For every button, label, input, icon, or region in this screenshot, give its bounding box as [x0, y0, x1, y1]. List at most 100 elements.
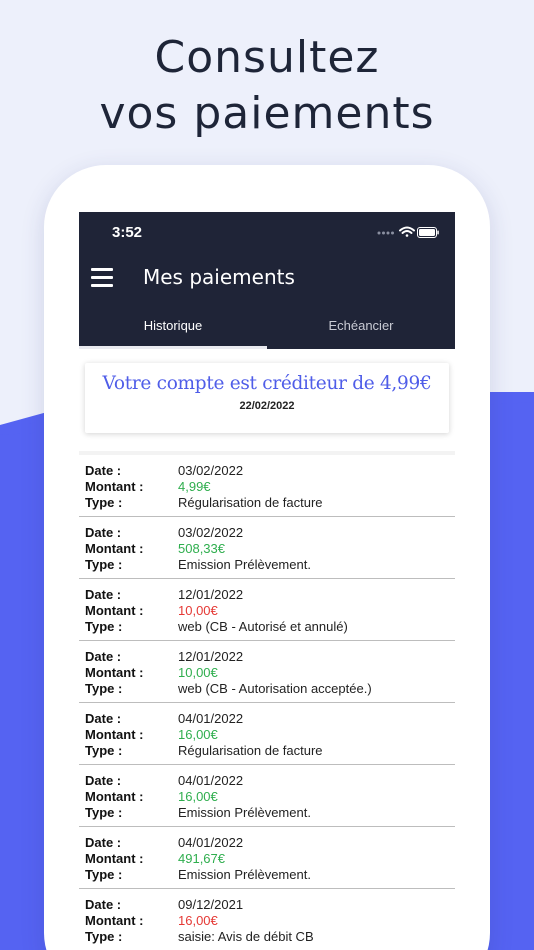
- payment-row: Date : 03/02/2022 Montant : 508,33€ Type : Em…: [79, 517, 455, 579]
- payment-date-line: Date : 09/12/2021: [79, 897, 455, 913]
- payment-type-line: Type : Emission Prélèvement.: [79, 867, 455, 883]
- payment-type-value: saisie: Avis de débit CB: [178, 929, 314, 944]
- payment-date-label: Date :: [85, 711, 122, 726]
- tab-echeancier[interactable]: Echéancier: [267, 310, 455, 349]
- wifi-icon: [399, 226, 415, 237]
- payment-amount-value: 16,00€: [178, 727, 218, 742]
- payment-type-value: Régularisation de facture: [178, 743, 323, 758]
- payment-type-line: Type : saisie: Avis de débit CB: [79, 929, 455, 945]
- payment-date-value: 12/01/2022: [178, 587, 244, 602]
- payment-date-label: Date :: [85, 463, 122, 478]
- headline-line-2: vos paiements: [99, 88, 435, 139]
- payment-date-line: Date : 04/01/2022: [79, 835, 455, 851]
- payment-date-label: Date :: [85, 835, 122, 850]
- page-title: Mes paiements: [143, 265, 295, 289]
- payment-type-label: Type :: [85, 805, 123, 820]
- payment-amount-label: Montant :: [85, 665, 144, 680]
- payment-date-value: 04/01/2022: [178, 711, 244, 726]
- balance-section: Votre compte est créditeur de 4,99€ 22/0…: [79, 349, 455, 451]
- payment-date-line: Date : 03/02/2022: [79, 463, 455, 479]
- headline: Consultez vos paiements: [0, 30, 534, 142]
- payment-type-line: Type : web (CB - Autorisation acceptée.): [79, 681, 455, 697]
- payment-amount-label: Montant :: [85, 913, 144, 928]
- payment-list: Date : 03/02/2022 Montant : 4,99€ Type : Régu…: [79, 455, 455, 950]
- payment-type-label: Type :: [85, 681, 123, 696]
- payment-amount-label: Montant :: [85, 727, 144, 742]
- payment-amount-line: Montant : 16,00€: [79, 913, 455, 929]
- app-bar: 3:52 Mes paiements Historique Echéancier: [79, 212, 455, 349]
- payment-date-value: 03/02/2022: [178, 463, 244, 478]
- payment-type-line: Type : Emission Prélèvement.: [79, 557, 455, 573]
- payment-type-value: Emission Prélèvement.: [178, 805, 311, 820]
- payment-amount-line: Montant : 508,33€: [79, 541, 455, 557]
- signal-dots-icon: [377, 231, 394, 235]
- toolbar: Mes paiements: [79, 260, 455, 300]
- payment-row: Date : 12/01/2022 Montant : 10,00€ Type : web…: [79, 641, 455, 703]
- payment-date-label: Date :: [85, 525, 122, 540]
- payment-date-line: Date : 03/02/2022: [79, 525, 455, 541]
- payment-date-line: Date : 12/01/2022: [79, 649, 455, 665]
- payment-date-line: Date : 12/01/2022: [79, 587, 455, 603]
- payment-date-line: Date : 04/01/2022: [79, 711, 455, 727]
- payment-type-line: Type : web (CB - Autorisé et annulé): [79, 619, 455, 635]
- payment-type-label: Type :: [85, 557, 123, 572]
- headline-line-1: Consultez: [154, 32, 380, 83]
- payment-amount-value: 491,67€: [178, 851, 225, 866]
- payment-row: Date : 12/01/2022 Montant : 10,00€ Type : web…: [79, 579, 455, 641]
- payment-amount-value: 16,00€: [178, 913, 218, 928]
- payment-row: Date : 04/01/2022 Montant : 16,00€ Type : Rég…: [79, 703, 455, 765]
- payment-row: Date : 04/01/2022 Montant : 491,67€ Type : Em…: [79, 827, 455, 889]
- payment-amount-line: Montant : 491,67€: [79, 851, 455, 867]
- payment-type-value: Emission Prélèvement.: [178, 557, 311, 572]
- payment-date-value: 12/01/2022: [178, 649, 244, 664]
- payment-type-label: Type :: [85, 619, 123, 634]
- payment-type-label: Type :: [85, 743, 123, 758]
- payment-type-line: Type : Régularisation de facture: [79, 743, 455, 759]
- payment-amount-line: Montant : 16,00€: [79, 789, 455, 805]
- payment-amount-label: Montant :: [85, 851, 144, 866]
- hamburger-menu-icon[interactable]: [91, 268, 113, 288]
- payment-amount-line: Montant : 4,99€: [79, 479, 455, 495]
- phone-screen: 3:52 Mes paiements Historique Echéancier…: [79, 212, 455, 950]
- payment-type-value: Régularisation de facture: [178, 495, 323, 510]
- payment-type-line: Type : Emission Prélèvement.: [79, 805, 455, 821]
- payment-type-line: Type : Régularisation de facture: [79, 495, 455, 511]
- payment-type-value: web (CB - Autorisation acceptée.): [178, 681, 372, 696]
- payment-date-label: Date :: [85, 773, 122, 788]
- payment-date-value: 04/01/2022: [178, 835, 244, 850]
- payment-row: Date : 03/02/2022 Montant : 4,99€ Type : Régu…: [79, 455, 455, 517]
- payment-amount-label: Montant :: [85, 603, 144, 618]
- payment-type-label: Type :: [85, 495, 123, 510]
- payment-type-value: Emission Prélèvement.: [178, 867, 311, 882]
- tab-historique[interactable]: Historique: [79, 310, 267, 349]
- payment-date-value: 09/12/2021: [178, 897, 244, 912]
- payment-type-value: web (CB - Autorisé et annulé): [178, 619, 348, 634]
- payment-date-value: 03/02/2022: [178, 525, 244, 540]
- balance-text: Votre compte est créditeur de 4,99€: [102, 373, 432, 394]
- payment-date-label: Date :: [85, 587, 122, 602]
- balance-card: Votre compte est créditeur de 4,99€ 22/0…: [85, 363, 449, 433]
- balance-date: 22/02/2022: [239, 400, 295, 412]
- payment-type-label: Type :: [85, 929, 123, 944]
- payment-amount-label: Montant :: [85, 479, 144, 494]
- payment-date-label: Date :: [85, 649, 122, 664]
- payment-row: Date : 09/12/2021 Montant : 16,00€ Type : sai…: [79, 889, 455, 950]
- payment-date-line: Date : 04/01/2022: [79, 773, 455, 789]
- payment-date-label: Date :: [85, 897, 122, 912]
- battery-icon: [417, 227, 439, 238]
- status-time: 3:52: [112, 224, 143, 241]
- payment-amount-line: Montant : 10,00€: [79, 603, 455, 619]
- payment-amount-value: 10,00€: [178, 603, 218, 618]
- status-bar: 3:52: [79, 212, 455, 252]
- payment-amount-label: Montant :: [85, 541, 144, 556]
- payment-amount-value: 16,00€: [178, 789, 218, 804]
- payment-amount-line: Montant : 10,00€: [79, 665, 455, 681]
- payment-row: Date : 04/01/2022 Montant : 16,00€ Type : Emi…: [79, 765, 455, 827]
- payment-amount-line: Montant : 16,00€: [79, 727, 455, 743]
- payment-amount-value: 4,99€: [178, 479, 211, 494]
- payment-amount-value: 10,00€: [178, 665, 218, 680]
- payment-amount-label: Montant :: [85, 789, 144, 804]
- payment-amount-value: 508,33€: [178, 541, 225, 556]
- payment-type-label: Type :: [85, 867, 123, 882]
- tab-bar: Historique Echéancier: [79, 310, 455, 349]
